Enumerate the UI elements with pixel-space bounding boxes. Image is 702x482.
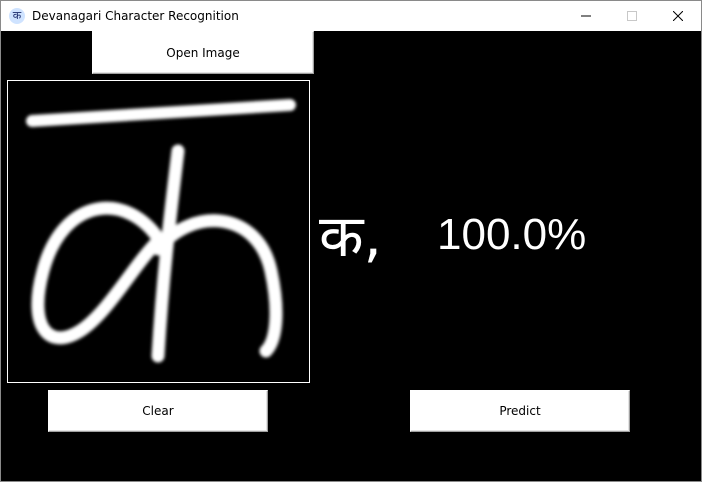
predict-button[interactable]: Predict: [410, 390, 630, 432]
close-icon: [673, 11, 683, 21]
prediction-confidence: 100.0%: [437, 210, 587, 259]
window-controls: [563, 1, 701, 31]
minimize-button[interactable]: [563, 1, 609, 31]
clear-button[interactable]: Clear: [48, 390, 268, 432]
predicted-character: क,: [319, 202, 382, 270]
window-title: Devanagari Character Recognition: [32, 9, 239, 23]
app-icon: क: [9, 8, 25, 24]
close-button[interactable]: [655, 1, 701, 31]
open-image-button[interactable]: Open Image: [92, 31, 314, 74]
title-bar[interactable]: क Devanagari Character Recognition: [1, 1, 701, 31]
maximize-icon: [627, 11, 637, 21]
image-canvas[interactable]: [7, 80, 310, 383]
handwritten-character-image: [26, 99, 296, 363]
app-icon-glyph: क: [12, 9, 22, 22]
maximize-button[interactable]: [609, 1, 655, 31]
app-window: क Devanagari Character Recognition Open …: [0, 0, 702, 482]
minimize-icon: [581, 15, 591, 17]
